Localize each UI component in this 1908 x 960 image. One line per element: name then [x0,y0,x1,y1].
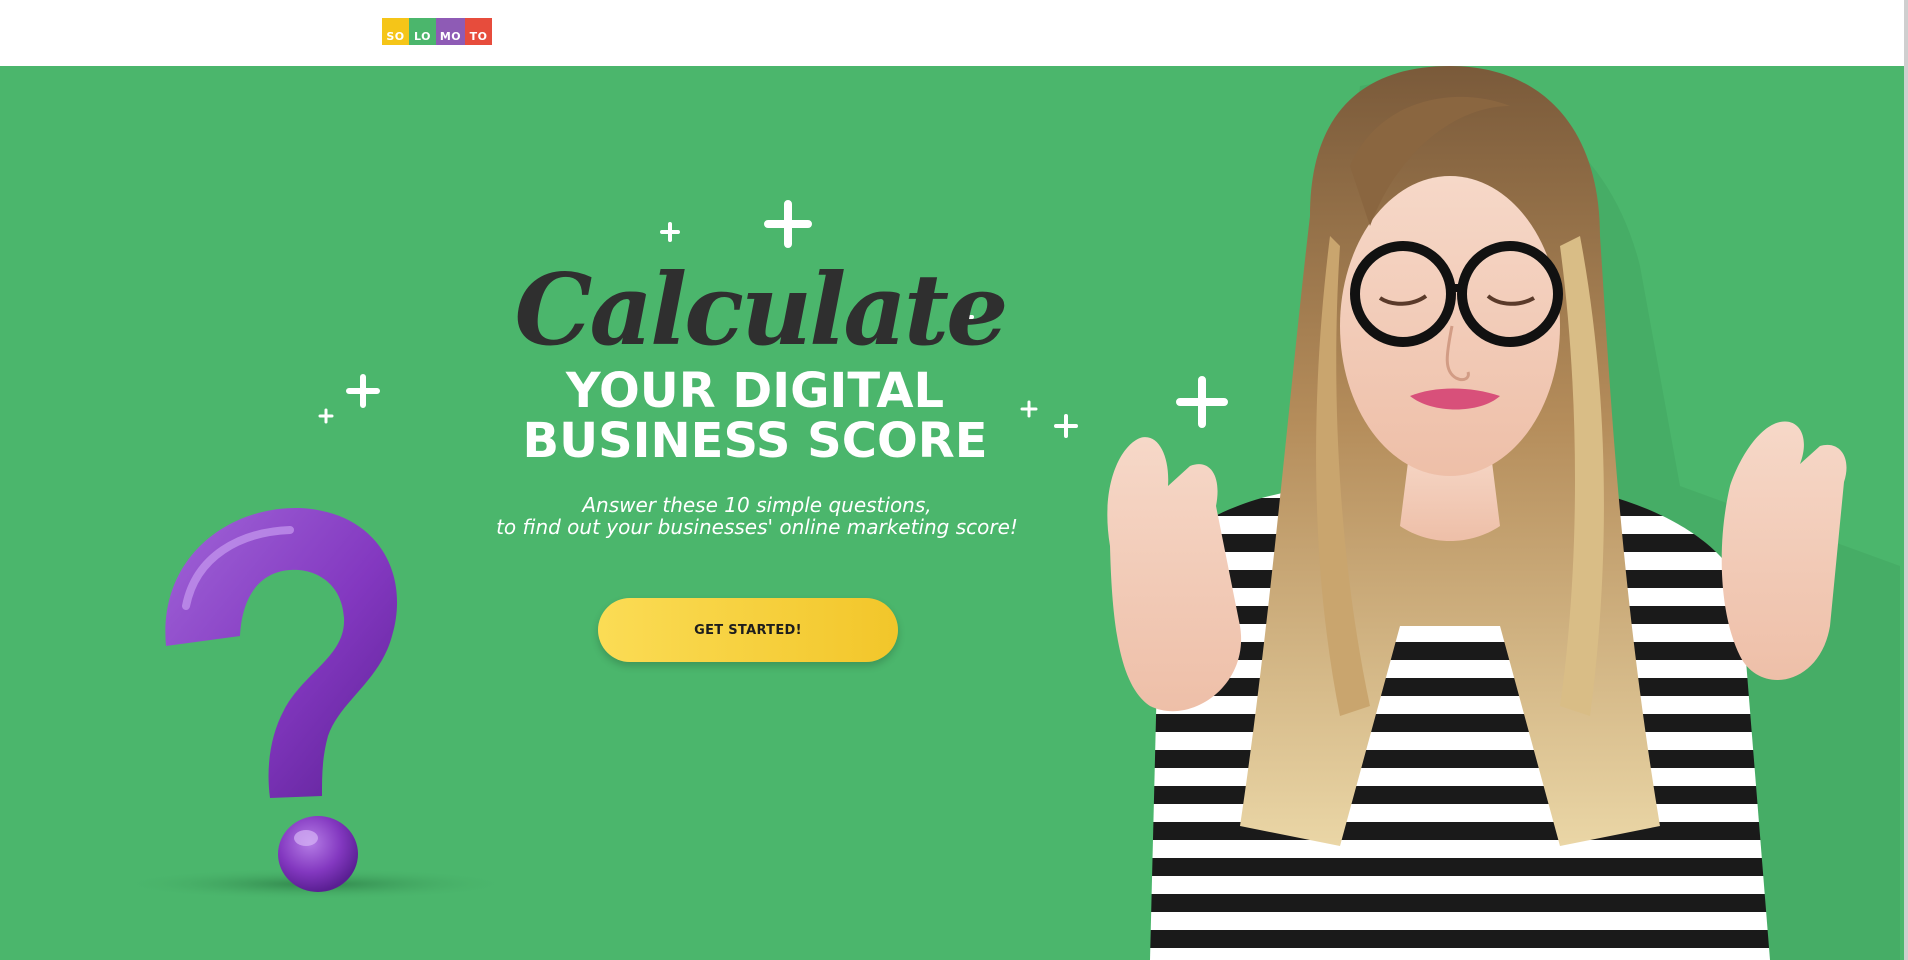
get-started-button[interactable]: GET STARTED! [598,598,898,662]
hero-section: Calculate YOUR DIGITAL BUSINESS SCORE An… [0,66,1904,960]
question-mark-icon [100,486,540,911]
sparkle-plus-icon [318,408,334,424]
hero-subtitle: Answer these 10 simple questions, to fin… [460,494,1054,538]
subtitle-line-2: to find out your businesses' online mark… [496,515,1018,539]
logo-segment-so: SO [382,18,409,45]
headline-line-1: YOUR DIGITAL [565,363,945,419]
sparkle-plus-icon [660,222,680,242]
logo-segment-to: TO [465,18,492,45]
solomoto-logo[interactable]: SO LO MO TO [382,18,492,45]
site-header: SO LO MO TO [0,0,1904,66]
sparkle-plus-icon [764,200,812,248]
headline-calculate: Calculate [514,253,1009,368]
logo-segment-lo: LO [409,18,436,45]
logo-segment-mo: MO [436,18,465,45]
sparkle-plus-icon [346,374,380,408]
scrollbar-thumb[interactable] [1904,0,1908,960]
hero-headline: Calculate YOUR DIGITAL BUSINESS SCORE [460,253,1050,469]
page-scrollbar[interactable] [1904,0,1908,960]
subtitle-line-1: Answer these 10 simple questions, [582,493,932,517]
headline-line-2: BUSINESS SCORE [522,413,988,469]
woman-crossed-fingers-image [1040,66,1900,960]
